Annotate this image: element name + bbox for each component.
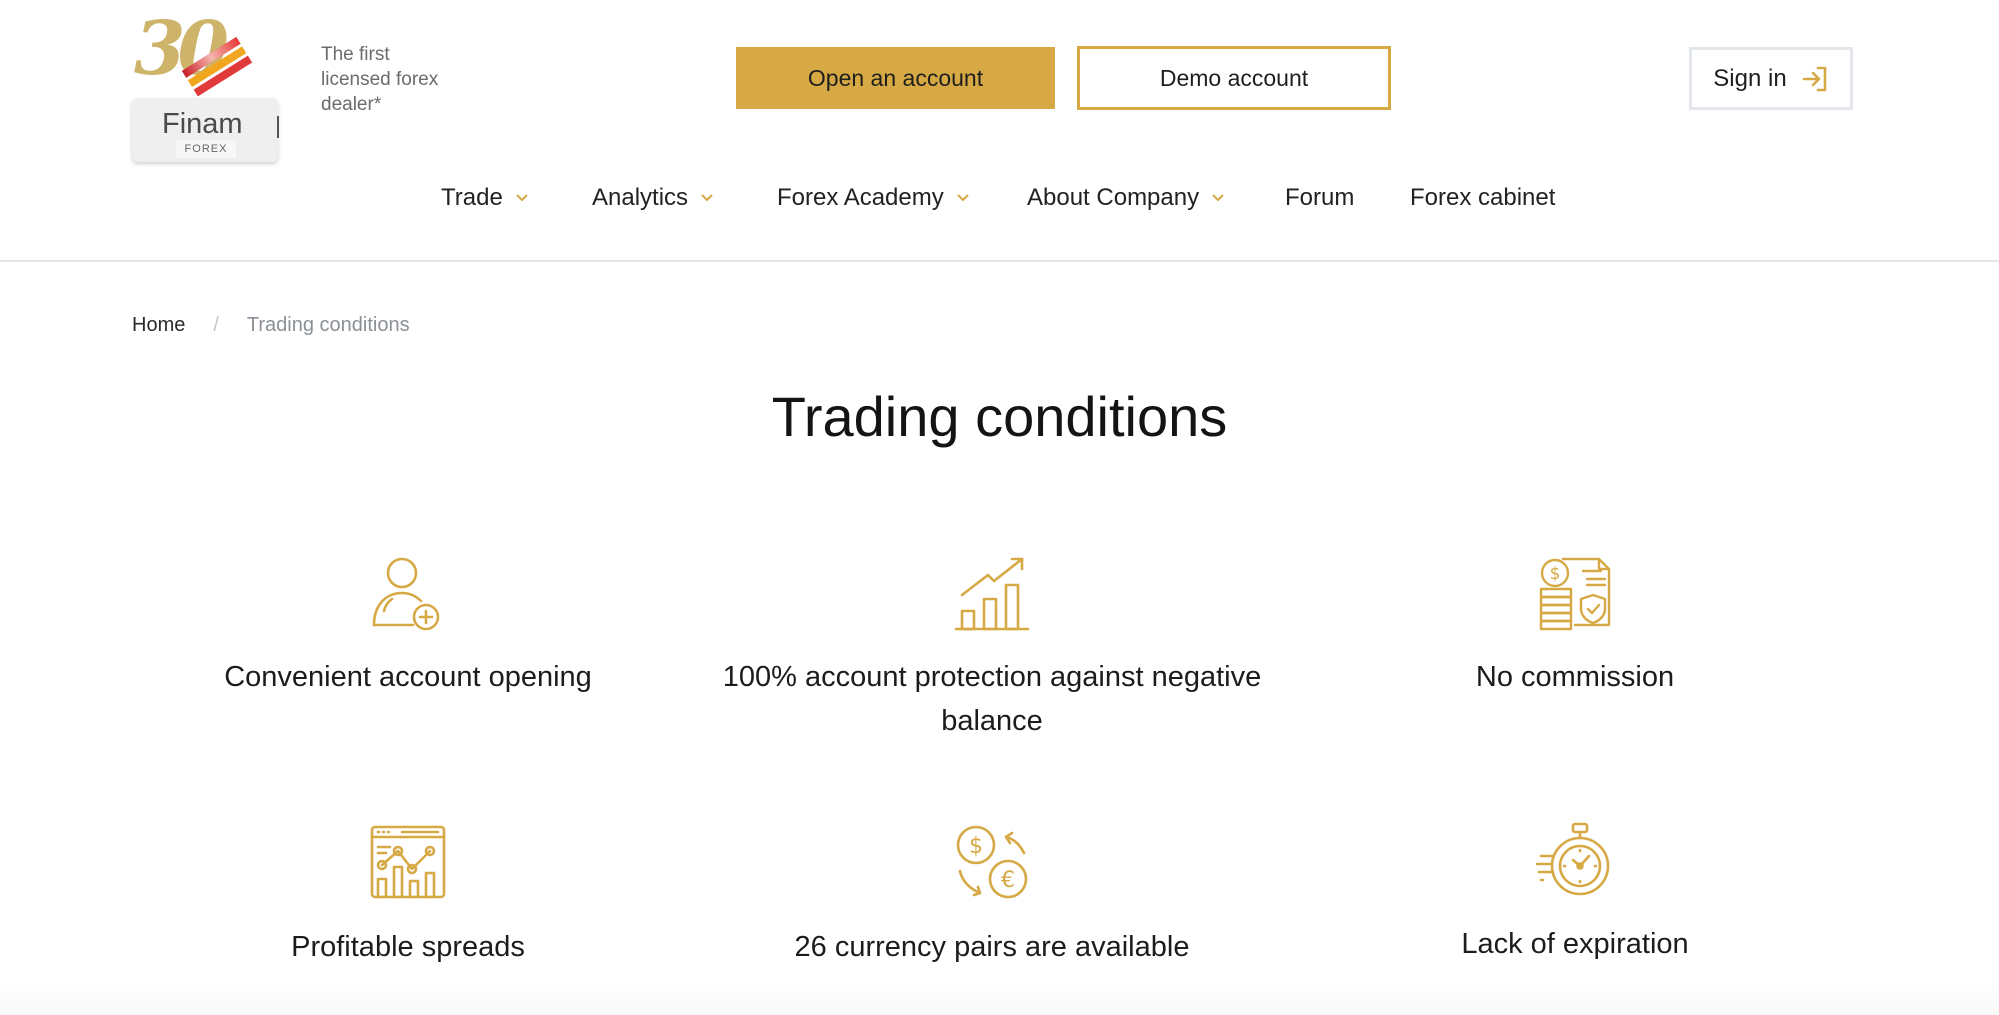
feature-item: 100% account protection against negative…	[712, 553, 1272, 743]
feature-label: No commission	[1475, 661, 1675, 693]
nav-label: About Company	[1027, 184, 1200, 211]
breadcrumb-current: Trading conditions	[246, 314, 410, 336]
nav-label: Forex cabinet	[1410, 184, 1556, 211]
logo-name: Finam	[162, 108, 243, 140]
nav-item-analytics[interactable]: Analytics	[592, 184, 714, 212]
logo-ribbon-icon	[181, 37, 253, 97]
main-nav: Trade Analytics Forex Academy About Comp…	[0, 184, 1999, 224]
growth-chart-icon	[954, 557, 1030, 631]
tagline: The first licensed forex dealer*	[321, 44, 439, 115]
feature-item: Profitable spreads	[128, 823, 688, 969]
svg-text:$: $	[969, 834, 983, 859]
page-title: Trading conditions	[771, 385, 1228, 448]
feature-item: Convenient account opening	[128, 553, 688, 699]
feature-item: $ € 26 currency pairs are available	[712, 823, 1272, 969]
currency-exchange-icon: $ €	[956, 825, 1028, 899]
feature-label: Convenient account opening	[224, 661, 592, 693]
coins-document-shield-icon: $	[1539, 557, 1611, 631]
svg-text:€: €	[1001, 868, 1015, 893]
feature-label: Profitable spreads	[291, 931, 525, 963]
breadcrumb-separator: /	[213, 314, 219, 336]
nav-item-forex-academy[interactable]: Forex Academy	[777, 184, 970, 212]
sign-in-button[interactable]: Sign in	[1689, 47, 1853, 110]
site-header: 30 Finam FOREX The first licensed forex …	[0, 0, 1999, 262]
feature-item: $ No commission	[1295, 553, 1855, 699]
nav-item-forex-cabinet[interactable]: Forex cabinet	[1410, 184, 1555, 212]
finam-logo[interactable]: 30 Finam FOREX	[132, 12, 280, 162]
feature-item: Lack of expiration	[1295, 820, 1855, 966]
logo-sub: FOREX	[176, 140, 236, 158]
stopwatch-icon	[1535, 822, 1610, 896]
nav-item-trade[interactable]: Trade	[441, 184, 529, 212]
chevron-down-icon	[701, 194, 713, 202]
user-plus-icon	[372, 557, 440, 631]
open-account-button[interactable]: Open an account	[736, 47, 1055, 109]
demo-account-button[interactable]: Demo account	[1077, 46, 1391, 110]
chevron-down-icon	[516, 194, 528, 202]
analytics-window-icon	[370, 825, 446, 899]
chevron-down-icon	[957, 194, 969, 202]
feature-label: 26 currency pairs are available	[794, 931, 1190, 963]
nav-item-forum[interactable]: Forum	[1285, 184, 1354, 212]
logo-divider	[277, 116, 279, 138]
breadcrumb: Home / Trading conditions	[132, 314, 410, 337]
sign-in-label: Sign in	[1713, 64, 1787, 92]
nav-item-about-company[interactable]: About Company	[1027, 184, 1225, 212]
breadcrumb-home-link[interactable]: Home	[132, 314, 185, 337]
nav-label: Analytics	[592, 184, 689, 211]
nav-label: Forum	[1285, 184, 1355, 211]
nav-label: Forex Academy	[777, 184, 944, 211]
svg-text:$: $	[1550, 564, 1561, 584]
nav-label: Trade	[441, 184, 503, 211]
feature-label: Lack of expiration	[1461, 928, 1689, 960]
feature-label: 100% account protection against negative…	[722, 661, 1262, 737]
page-bottom-fade	[0, 985, 1999, 1015]
sign-in-icon	[1802, 66, 1826, 91]
chevron-down-icon	[1212, 194, 1224, 202]
